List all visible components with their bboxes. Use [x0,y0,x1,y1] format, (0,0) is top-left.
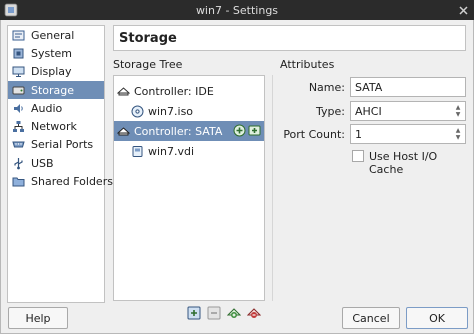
attributes-label: Attributes [280,58,335,71]
sidebar-item-network[interactable]: Network [8,117,104,135]
page-title: Storage [119,30,177,46]
remove-controller-icon[interactable] [247,306,261,320]
network-icon [13,121,24,133]
sidebar-item-label: System [31,46,73,60]
tree-row-label: Controller: IDE [134,84,214,98]
tree-row-controller-ide[interactable]: Controller: IDE [114,81,264,101]
settings-window: General System Display Storage Audio Net… [0,20,474,334]
settings-sidebar: General System Display Storage Audio Net… [7,25,113,303]
tree-row-win7-vdi[interactable]: win7.vdi [114,141,264,161]
sidebar-item-display[interactable]: Display [8,63,104,81]
page-header: Storage [113,25,466,51]
panel-divider [272,75,273,301]
storage-tree[interactable]: Controller: IDE win7.iso Controller: SAT… [113,75,265,301]
help-button[interactable]: Help [8,307,68,329]
add-attachment-icon[interactable] [187,306,201,320]
tree-row-label: win7.vdi [148,144,195,158]
title-bar: win7 - Settings [0,0,474,20]
name-field-value: SATA [355,80,383,94]
type-label: Type: [316,105,345,118]
display-icon [12,66,25,78]
port-count-label: Port Count: [283,128,345,141]
add-optical-drive-icon[interactable] [233,124,246,137]
sidebar-item-label: Display [31,65,72,79]
usb-icon [14,157,23,170]
serial-ports-icon [12,141,25,148]
tree-row-label: win7.iso [148,104,194,118]
select-arrows-icon: ▲ ▼ [455,104,461,118]
port-count-spinbox[interactable]: 1 ▲ ▼ [350,124,466,144]
sidebar-item-label: Audio [31,101,63,115]
tree-row-win7-iso[interactable]: win7.iso [114,101,264,121]
optical-disc-icon [131,105,144,117]
sidebar-item-storage[interactable]: Storage [8,80,104,100]
sidebar-item-label: Storage [31,83,75,97]
sidebar-item-general[interactable]: General [8,26,104,44]
port-count-value: 1 [355,127,362,141]
sidebar-item-serial-ports[interactable]: Serial Ports [8,136,104,154]
sidebar-item-usb[interactable]: USB [8,154,104,172]
help-button-label: Help [25,311,51,325]
storage-icon [12,86,25,95]
sidebar-item-audio[interactable]: Audio [8,99,104,117]
sidebar-item-label: USB [31,156,54,170]
audio-icon [14,103,23,113]
use-host-io-cache-label: Use Host I/O Cache [369,150,438,176]
add-hard-disk-icon[interactable] [248,124,261,137]
use-host-io-cache-checkbox[interactable] [352,150,364,162]
ide-controller-icon [117,86,130,95]
window-title: win7 - Settings [195,3,279,17]
sidebar-item-label: Serial Ports [31,138,94,152]
hard-disk-icon [132,145,143,157]
general-icon [12,30,25,41]
type-select[interactable]: AHCI ▲ ▼ [350,101,466,121]
storage-tree-label: Storage Tree [113,58,183,71]
add-controller-icon[interactable] [227,306,241,320]
close-icon [458,5,468,15]
sidebar-item-label: Network [31,120,77,134]
cancel-button-label: Cancel [352,311,390,325]
sidebar-item-label: General [31,28,75,42]
sata-controller-icon [117,126,130,135]
sidebar-item-label: Shared Folders [31,175,113,189]
name-field[interactable]: SATA [350,77,466,97]
remove-attachment-icon[interactable] [207,306,221,320]
ok-button-label: OK [429,311,445,325]
virtualbox-app-icon [4,3,18,17]
name-label: Name: [308,81,345,94]
close-window-button[interactable] [456,3,470,17]
shared-folders-icon [12,177,25,187]
tree-row-label: Controller: SATA [134,124,223,138]
cancel-button[interactable]: Cancel [342,307,400,329]
type-select-value: AHCI [355,104,382,118]
sidebar-item-shared-folders[interactable]: Shared Folders [8,172,113,190]
spin-arrows-icon[interactable]: ▲ ▼ [451,125,465,143]
sidebar-item-system[interactable]: System [8,44,104,62]
ok-button[interactable]: OK [406,307,468,329]
system-icon [13,48,24,59]
tree-row-controller-sata[interactable]: Controller: SATA [114,121,264,141]
